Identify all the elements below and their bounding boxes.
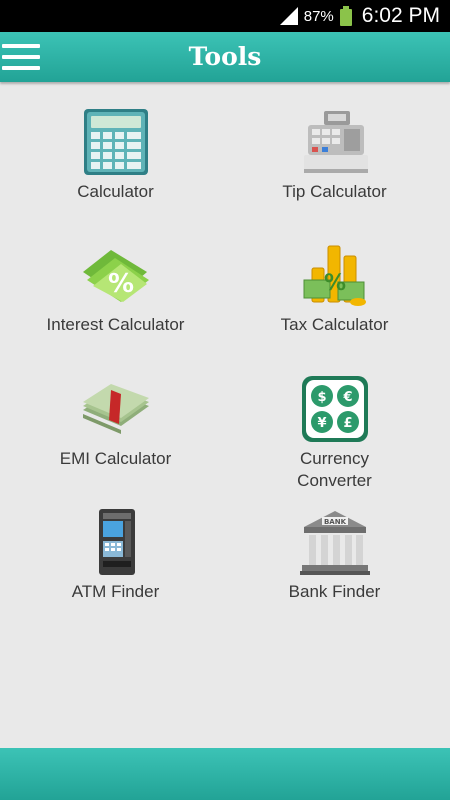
svg-text:¥: ¥ bbox=[317, 416, 326, 431]
page-title: Tools bbox=[188, 42, 262, 71]
tool-tax-calculator[interactable]: % Tax Calculator bbox=[222, 240, 447, 336]
currency-symbols-icon: $ € ¥ £ bbox=[301, 376, 368, 442]
tool-label: ATM Finder bbox=[71, 582, 160, 601]
cash-register-icon bbox=[303, 111, 368, 173]
tool-label: Currency Converter bbox=[297, 449, 372, 490]
tool-currency-converter[interactable]: $ € ¥ £ Currency Converter bbox=[222, 374, 447, 492]
calculator-icon bbox=[83, 109, 148, 175]
svg-text:%: % bbox=[107, 269, 133, 299]
signal-icon bbox=[279, 7, 298, 25]
atm-machine-icon bbox=[98, 509, 135, 575]
percent-money-icon: % bbox=[82, 250, 149, 302]
tool-atm-finder[interactable]: ATM Finder bbox=[3, 507, 228, 603]
svg-text:€: € bbox=[342, 390, 352, 405]
app-bar: Tools bbox=[0, 32, 450, 82]
tool-tip-calculator[interactable]: Tip Calculator bbox=[222, 107, 447, 203]
bottom-bar bbox=[0, 748, 450, 800]
money-stack-icon bbox=[82, 384, 149, 434]
hamburger-menu-icon[interactable] bbox=[2, 42, 40, 72]
bank-building-icon: BANK bbox=[299, 511, 370, 575]
tool-label: EMI Calculator bbox=[59, 449, 172, 468]
tool-emi-calculator[interactable]: EMI Calculator bbox=[3, 374, 228, 470]
tax-coins-icon: % bbox=[303, 245, 366, 306]
svg-text:$: $ bbox=[317, 390, 326, 405]
tool-interest-calculator[interactable]: % Interest Calculator bbox=[3, 240, 228, 336]
tool-label: Calculator bbox=[77, 182, 154, 201]
clock: 6:02 PM bbox=[361, 4, 440, 27]
battery-percent: 87% bbox=[303, 7, 334, 25]
battery-icon bbox=[339, 6, 352, 26]
tool-label: Interest Calculator bbox=[46, 315, 185, 334]
tool-bank-finder[interactable]: BANK Bank Finder bbox=[222, 507, 447, 603]
svg-text:£: £ bbox=[343, 416, 352, 431]
svg-text:%: % bbox=[323, 271, 345, 296]
tool-label: Bank Finder bbox=[288, 582, 381, 601]
bank-sign-text: BANK bbox=[323, 518, 346, 526]
status-bar: 87% 6:02 PM bbox=[0, 0, 450, 32]
tool-label: Tip Calculator bbox=[282, 182, 387, 201]
tool-label: Tax Calculator bbox=[280, 315, 389, 334]
tool-calculator[interactable]: Calculator bbox=[3, 107, 228, 203]
